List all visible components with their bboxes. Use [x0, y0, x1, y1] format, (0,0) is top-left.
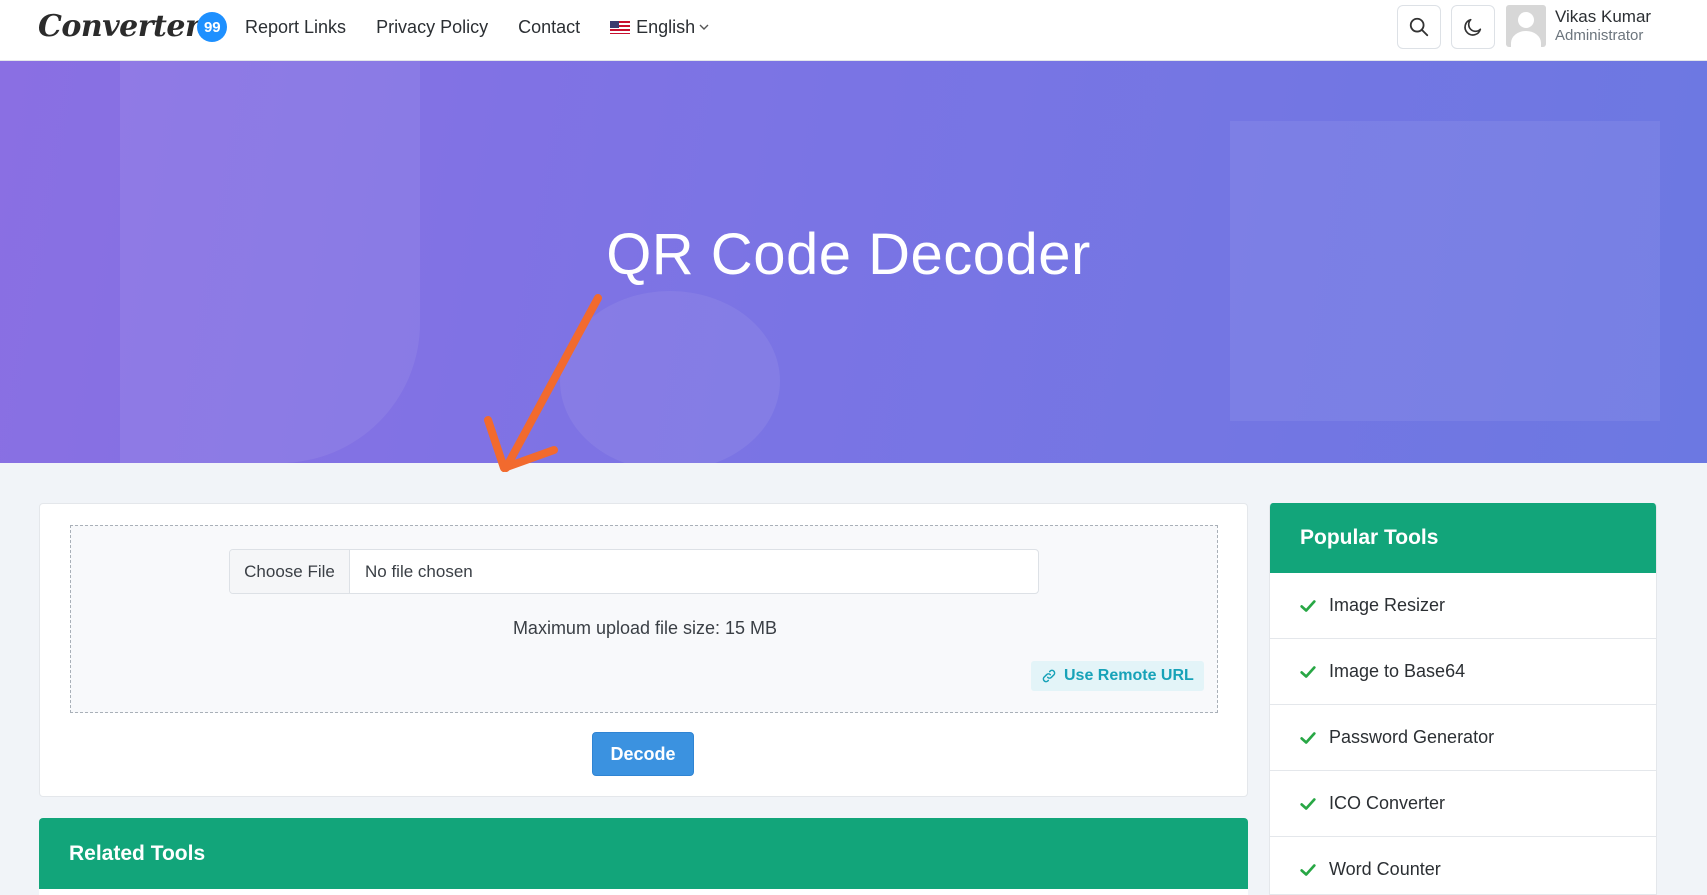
language-selector[interactable]: English — [610, 17, 709, 38]
check-icon — [1300, 665, 1316, 678]
popular-tool-label: Image Resizer — [1329, 595, 1446, 615]
moon-icon — [1464, 18, 1482, 36]
page-title-text: QR Code Decoder — [606, 222, 1091, 287]
choose-file-button[interactable]: Choose File — [230, 550, 350, 593]
popular-tool-password-generator[interactable]: Password Generator — [1270, 705, 1656, 771]
max-upload-size-text: Maximum upload file size: 15 MB — [512, 618, 778, 638]
nav-privacy-policy[interactable]: Privacy Policy — [376, 17, 488, 38]
upload-dropzone[interactable]: Choose File No file chosen Maximum uploa… — [70, 525, 1218, 713]
check-icon — [1300, 863, 1316, 876]
use-remote-url-button[interactable]: Use Remote URL — [1031, 661, 1204, 691]
nav-contact[interactable]: Contact — [518, 17, 580, 38]
related-tools-title: Related Tools — [39, 818, 1248, 889]
chevron-down-icon — [699, 24, 709, 30]
popular-tools-card: Popular Tools Image Resizer Image to Bas… — [1269, 503, 1657, 895]
avatar — [1506, 5, 1546, 47]
link-icon — [1042, 669, 1056, 683]
decode-button[interactable]: Decode — [592, 732, 694, 776]
file-status: No file chosen — [365, 561, 473, 581]
hero-banner: QR Code Decoder — [0, 61, 1707, 463]
search-icon — [1409, 17, 1429, 37]
popular-tool-label: ICO Converter — [1329, 793, 1446, 813]
popular-tool-ico-converter[interactable]: ICO Converter — [1270, 771, 1656, 837]
site-logo[interactable]: Converter 99 — [38, 8, 228, 44]
related-tools-card: Related Tools — [39, 818, 1248, 895]
user-name: Vikas Kumar — [1555, 7, 1652, 26]
theme-toggle-button[interactable] — [1451, 5, 1495, 49]
us-flag-icon — [610, 20, 631, 34]
popular-tools-title: Popular Tools — [1270, 503, 1656, 573]
popular-tool-label: Word Counter — [1329, 859, 1441, 879]
popular-tool-image-resizer[interactable]: Image Resizer — [1270, 573, 1656, 639]
popular-tool-image-to-base64[interactable]: Image to Base64 — [1270, 639, 1656, 705]
user-menu[interactable]: Vikas Kumar Administrator — [1506, 5, 1651, 47]
language-label: English — [636, 16, 696, 37]
logo-text: Converter — [38, 8, 201, 44]
upload-card: Choose File No file chosen Maximum uploa… — [39, 503, 1248, 797]
popular-tool-word-counter[interactable]: Word Counter — [1270, 837, 1656, 894]
top-navbar: Converter 99 Report Links Privacy Policy… — [0, 0, 1707, 61]
use-remote-url-label: Use Remote URL — [1064, 667, 1194, 684]
file-input[interactable]: Choose File No file chosen — [229, 549, 1039, 594]
check-icon — [1300, 731, 1316, 744]
nav-links: Report Links Privacy Policy Contact Engl… — [245, 0, 709, 54]
page-title: QR Code Decoder — [0, 221, 1707, 288]
check-icon — [1300, 599, 1316, 612]
nav-report-links[interactable]: Report Links — [245, 17, 346, 38]
popular-tool-label: Password Generator — [1329, 727, 1495, 747]
user-info: Vikas Kumar Administrator — [1555, 7, 1651, 45]
search-button[interactable] — [1397, 5, 1441, 49]
logo-badge: 99 — [197, 12, 228, 42]
check-icon — [1300, 797, 1316, 810]
user-role: Administrator — [1555, 27, 1644, 44]
annotation-arrow-icon — [484, 294, 602, 472]
popular-tool-label: Image to Base64 — [1329, 661, 1466, 681]
